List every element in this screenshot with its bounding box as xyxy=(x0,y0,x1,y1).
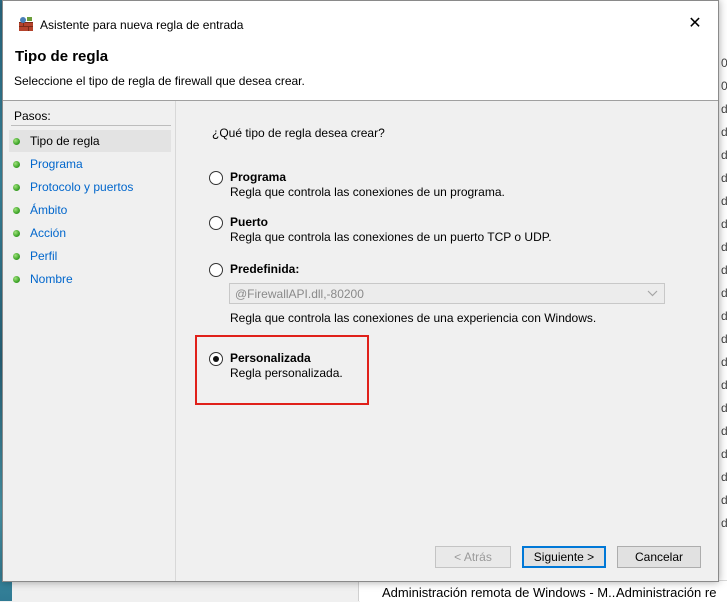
background-cell: de xyxy=(721,447,727,461)
background-cell: de xyxy=(721,240,727,254)
background-row-right: Administración re xyxy=(616,585,717,600)
background-cell: de xyxy=(721,424,727,438)
background-cell: de xyxy=(721,493,727,507)
background-cell: de xyxy=(721,355,727,369)
predefined-rule-select[interactable]: @FirewallAPI.dll,-80200 xyxy=(229,283,665,304)
background-cell: de xyxy=(721,194,727,208)
step-label: Perfil xyxy=(30,249,58,263)
green-dot-icon xyxy=(13,137,20,145)
title-bar: Asistente para nueva regla de entrada ✕ xyxy=(3,1,718,45)
background-cell: de xyxy=(721,148,727,162)
step-nombre[interactable]: Nombre xyxy=(9,268,171,290)
window-title: Asistente para nueva regla de entrada xyxy=(40,18,244,32)
background-cell: de xyxy=(721,217,727,231)
background-cell: de xyxy=(721,286,727,300)
green-dot-icon xyxy=(13,160,20,168)
background-cell: de xyxy=(721,470,727,484)
background-cell: de xyxy=(721,171,727,185)
steps-panel: Pasos: Tipo de regla Programa Protocolo … xyxy=(3,101,176,581)
background-window-column: 02 02 de de de de de de de de de de de de de de de de de de… xyxy=(718,0,727,601)
option-label: Puerto xyxy=(230,215,269,229)
green-dot-icon xyxy=(13,252,20,260)
step-label: Protocolo y puertos xyxy=(30,180,134,194)
select-value: @FirewallAPI.dll,-80200 xyxy=(235,287,364,301)
option-label: Predefinida: xyxy=(230,262,300,276)
step-label: Ámbito xyxy=(30,203,68,217)
option-description: Regla que controla las conexiones de una… xyxy=(230,311,597,325)
radio-puerto[interactable] xyxy=(209,216,223,230)
step-label: Tipo de regla xyxy=(30,134,100,148)
step-protocolo-y-puertos[interactable]: Protocolo y puertos xyxy=(9,176,171,198)
option-puerto[interactable]: Puerto Regla que controla las conexiones… xyxy=(209,215,552,247)
cancel-button[interactable]: Cancelar xyxy=(617,546,701,568)
rule-type-panel: ¿Qué tipo de regla desea crear? Programa… xyxy=(176,101,718,581)
green-dot-icon xyxy=(13,229,20,237)
background-cell: de xyxy=(721,378,727,392)
close-icon: ✕ xyxy=(688,15,702,32)
background-cell: de xyxy=(721,102,727,116)
radio-predefinida[interactable] xyxy=(209,263,223,277)
step-label: Nombre xyxy=(30,272,73,286)
background-cell: de xyxy=(721,401,727,415)
option-programa[interactable]: Programa Regla que controla las conexion… xyxy=(209,170,509,202)
back-button[interactable]: < Atrás xyxy=(435,546,511,568)
radio-programa[interactable] xyxy=(209,171,223,185)
option-description: Regla personalizada. xyxy=(230,366,343,380)
option-description: Regla que controla las conexiones de un … xyxy=(230,185,505,199)
step-programa[interactable]: Programa xyxy=(9,153,171,175)
green-dot-icon xyxy=(13,275,20,283)
background-row-left: Administración remota de Windows - M... xyxy=(382,585,619,600)
background-cell: de xyxy=(721,309,727,323)
option-predefinida[interactable]: Predefinida: xyxy=(209,262,329,278)
radio-personalizada[interactable] xyxy=(209,352,223,366)
option-description: Regla que controla las conexiones de un … xyxy=(230,230,552,244)
step-tipo-de-regla[interactable]: Tipo de regla xyxy=(9,130,171,152)
new-inbound-rule-wizard: Asistente para nueva regla de entrada ✕ … xyxy=(2,0,719,582)
page-subtitle: Seleccione el tipo de regla de firewall … xyxy=(14,74,305,88)
step-perfil[interactable]: Perfil xyxy=(9,245,171,267)
option-label: Programa xyxy=(230,170,287,184)
close-button[interactable]: ✕ xyxy=(672,1,718,45)
firewall-icon xyxy=(19,17,33,31)
background-cell: de xyxy=(721,125,727,139)
background-cell: 02 xyxy=(721,79,727,93)
rule-type-question: ¿Qué tipo de regla desea crear? xyxy=(212,126,385,140)
page-title: Tipo de regla xyxy=(15,48,109,65)
option-personalizada[interactable]: Personalizada Regla personalizada. xyxy=(209,351,349,383)
step-label: Programa xyxy=(30,157,83,171)
step-label: Acción xyxy=(30,226,67,240)
chevron-down-icon xyxy=(647,285,658,304)
steps-divider xyxy=(11,125,171,126)
green-dot-icon xyxy=(13,206,20,214)
steps-title: Pasos: xyxy=(14,109,51,123)
green-dot-icon xyxy=(13,183,20,191)
background-cell: de xyxy=(721,516,727,530)
background-window-row: Administración remota de Windows - M... … xyxy=(360,580,727,602)
step-accion[interactable]: Acción xyxy=(9,222,171,244)
background-cell: de xyxy=(721,332,727,346)
option-label: Personalizada xyxy=(230,351,311,365)
step-ambito[interactable]: Ámbito xyxy=(9,199,171,221)
next-button[interactable]: Siguiente > xyxy=(522,546,606,568)
background-cell: 02 xyxy=(721,56,727,70)
background-cell: de xyxy=(721,263,727,277)
